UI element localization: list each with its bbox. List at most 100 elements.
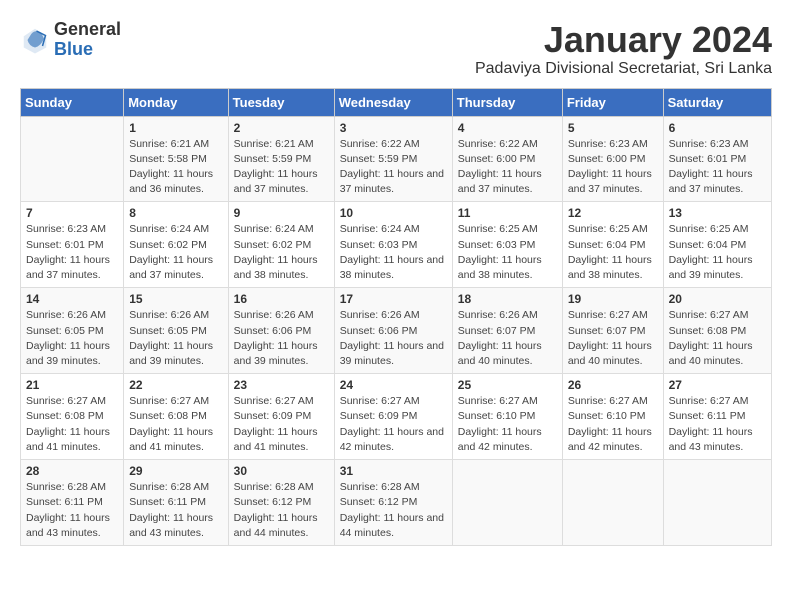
calendar-cell [21, 116, 124, 202]
day-number: 24 [340, 378, 447, 392]
day-number: 9 [234, 206, 329, 220]
day-number: 3 [340, 121, 447, 135]
day-info: Sunrise: 6:27 AMSunset: 6:09 PMDaylight:… [340, 394, 447, 455]
calendar-cell: 26 Sunrise: 6:27 AMSunset: 6:10 PMDayligh… [562, 374, 663, 460]
calendar-week-row: 28 Sunrise: 6:28 AMSunset: 6:11 PMDayligh… [21, 460, 772, 546]
day-info: Sunrise: 6:27 AMSunset: 6:07 PMDaylight:… [568, 308, 658, 369]
column-header-monday: Monday [124, 88, 228, 116]
day-number: 8 [129, 206, 222, 220]
day-number: 15 [129, 292, 222, 306]
column-header-thursday: Thursday [452, 88, 562, 116]
calendar-cell: 12 Sunrise: 6:25 AMSunset: 6:04 PMDayligh… [562, 202, 663, 288]
calendar-cell: 31 Sunrise: 6:28 AMSunset: 6:12 PMDayligh… [334, 460, 452, 546]
calendar-cell [562, 460, 663, 546]
day-number: 6 [669, 121, 766, 135]
day-number: 14 [26, 292, 118, 306]
day-number: 19 [568, 292, 658, 306]
subtitle: Padaviya Divisional Secretariat, Sri Lan… [475, 60, 772, 78]
calendar-cell: 16 Sunrise: 6:26 AMSunset: 6:06 PMDayligh… [228, 288, 334, 374]
day-info: Sunrise: 6:26 AMSunset: 6:06 PMDaylight:… [234, 308, 329, 369]
day-info: Sunrise: 6:23 AMSunset: 6:01 PMDaylight:… [26, 222, 118, 283]
day-info: Sunrise: 6:26 AMSunset: 6:06 PMDaylight:… [340, 308, 447, 369]
title-block: January 2024 Padaviya Divisional Secreta… [475, 20, 772, 78]
calendar-cell: 30Sunrise: 6:28 AMSunset: 6:12 PMDayligh… [228, 460, 334, 546]
page-header: General Blue January 2024 Padaviya Divis… [20, 20, 772, 78]
calendar-cell: 15 Sunrise: 6:26 AMSunset: 6:05 PMDayligh… [124, 288, 228, 374]
calendar-cell: 11Sunrise: 6:25 AMSunset: 6:03 PMDayligh… [452, 202, 562, 288]
day-info: Sunrise: 6:23 AMSunset: 6:00 PMDaylight:… [568, 137, 658, 198]
calendar-cell: 29 Sunrise: 6:28 AMSunset: 6:11 PMDayligh… [124, 460, 228, 546]
day-info: Sunrise: 6:27 AMSunset: 6:10 PMDaylight:… [568, 394, 658, 455]
logo-icon [20, 25, 50, 55]
calendar-cell: 10 Sunrise: 6:24 AMSunset: 6:03 PMDayligh… [334, 202, 452, 288]
day-info: Sunrise: 6:27 AMSunset: 6:08 PMDaylight:… [26, 394, 118, 455]
day-number: 10 [340, 206, 447, 220]
calendar-cell: 24 Sunrise: 6:27 AMSunset: 6:09 PMDayligh… [334, 374, 452, 460]
calendar-cell: 21 Sunrise: 6:27 AMSunset: 6:08 PMDayligh… [21, 374, 124, 460]
day-info: Sunrise: 6:22 AMSunset: 5:59 PMDaylight:… [340, 137, 447, 198]
day-info: Sunrise: 6:25 AMSunset: 6:03 PMDaylight:… [458, 222, 557, 283]
day-info: Sunrise: 6:25 AMSunset: 6:04 PMDaylight:… [568, 222, 658, 283]
day-number: 13 [669, 206, 766, 220]
calendar-cell: 2Sunrise: 6:21 AMSunset: 5:59 PMDaylight… [228, 116, 334, 202]
logo-text: General Blue [54, 20, 121, 60]
calendar-cell: 20 Sunrise: 6:27 AMSunset: 6:08 PMDayligh… [663, 288, 771, 374]
day-number: 22 [129, 378, 222, 392]
calendar-cell: 22 Sunrise: 6:27 AMSunset: 6:08 PMDayligh… [124, 374, 228, 460]
calendar-week-row: 1Sunrise: 6:21 AMSunset: 5:58 PMDaylight… [21, 116, 772, 202]
day-number: 4 [458, 121, 557, 135]
day-number: 1 [129, 121, 222, 135]
day-info: Sunrise: 6:26 AMSunset: 6:05 PMDaylight:… [129, 308, 222, 369]
column-header-friday: Friday [562, 88, 663, 116]
calendar-cell: 19 Sunrise: 6:27 AMSunset: 6:07 PMDayligh… [562, 288, 663, 374]
calendar-cell: 4Sunrise: 6:22 AMSunset: 6:00 PMDaylight… [452, 116, 562, 202]
day-number: 26 [568, 378, 658, 392]
column-header-saturday: Saturday [663, 88, 771, 116]
calendar-cell [452, 460, 562, 546]
calendar-week-row: 21 Sunrise: 6:27 AMSunset: 6:08 PMDayligh… [21, 374, 772, 460]
day-info: Sunrise: 6:28 AMSunset: 6:11 PMDaylight:… [26, 480, 118, 541]
day-number: 7 [26, 206, 118, 220]
day-info: Sunrise: 6:28 AMSunset: 6:12 PMDaylight:… [234, 480, 329, 541]
day-info: Sunrise: 6:27 AMSunset: 6:10 PMDaylight:… [458, 394, 557, 455]
calendar-week-row: 14 Sunrise: 6:26 AMSunset: 6:05 PMDayligh… [21, 288, 772, 374]
day-number: 20 [669, 292, 766, 306]
calendar-cell: 28 Sunrise: 6:28 AMSunset: 6:11 PMDayligh… [21, 460, 124, 546]
day-info: Sunrise: 6:26 AMSunset: 6:05 PMDaylight:… [26, 308, 118, 369]
calendar-cell: 7 Sunrise: 6:23 AMSunset: 6:01 PMDaylight… [21, 202, 124, 288]
calendar-cell [663, 460, 771, 546]
day-info: Sunrise: 6:27 AMSunset: 6:08 PMDaylight:… [129, 394, 222, 455]
column-header-tuesday: Tuesday [228, 88, 334, 116]
calendar-cell: 5 Sunrise: 6:23 AMSunset: 6:00 PMDaylight… [562, 116, 663, 202]
calendar-cell: 6Sunrise: 6:23 AMSunset: 6:01 PMDaylight… [663, 116, 771, 202]
calendar-cell: 3 Sunrise: 6:22 AMSunset: 5:59 PMDaylight… [334, 116, 452, 202]
day-info: Sunrise: 6:26 AMSunset: 6:07 PMDaylight:… [458, 308, 557, 369]
logo: General Blue [20, 20, 121, 60]
day-number: 17 [340, 292, 447, 306]
calendar-table: SundayMondayTuesdayWednesdayThursdayFrid… [20, 88, 772, 546]
day-number: 12 [568, 206, 658, 220]
calendar-cell: 17 Sunrise: 6:26 AMSunset: 6:06 PMDayligh… [334, 288, 452, 374]
calendar-header-row: SundayMondayTuesdayWednesdayThursdayFrid… [21, 88, 772, 116]
calendar-cell: 25Sunrise: 6:27 AMSunset: 6:10 PMDayligh… [452, 374, 562, 460]
day-number: 5 [568, 121, 658, 135]
calendar-cell: 1Sunrise: 6:21 AMSunset: 5:58 PMDaylight… [124, 116, 228, 202]
calendar-cell: 18Sunrise: 6:26 AMSunset: 6:07 PMDayligh… [452, 288, 562, 374]
calendar-cell: 27Sunrise: 6:27 AMSunset: 6:11 PMDayligh… [663, 374, 771, 460]
day-number: 16 [234, 292, 329, 306]
day-info: Sunrise: 6:24 AMSunset: 6:03 PMDaylight:… [340, 222, 447, 283]
day-number: 29 [129, 464, 222, 478]
day-info: Sunrise: 6:28 AMSunset: 6:12 PMDaylight:… [340, 480, 447, 541]
day-info: Sunrise: 6:28 AMSunset: 6:11 PMDaylight:… [129, 480, 222, 541]
calendar-cell: 8 Sunrise: 6:24 AMSunset: 6:02 PMDaylight… [124, 202, 228, 288]
column-header-sunday: Sunday [21, 88, 124, 116]
day-number: 31 [340, 464, 447, 478]
calendar-week-row: 7 Sunrise: 6:23 AMSunset: 6:01 PMDaylight… [21, 202, 772, 288]
day-number: 28 [26, 464, 118, 478]
day-number: 27 [669, 378, 766, 392]
day-info: Sunrise: 6:27 AMSunset: 6:08 PMDaylight:… [669, 308, 766, 369]
day-info: Sunrise: 6:24 AMSunset: 6:02 PMDaylight:… [129, 222, 222, 283]
day-number: 2 [234, 121, 329, 135]
day-number: 21 [26, 378, 118, 392]
day-info: Sunrise: 6:27 AMSunset: 6:09 PMDaylight:… [234, 394, 329, 455]
